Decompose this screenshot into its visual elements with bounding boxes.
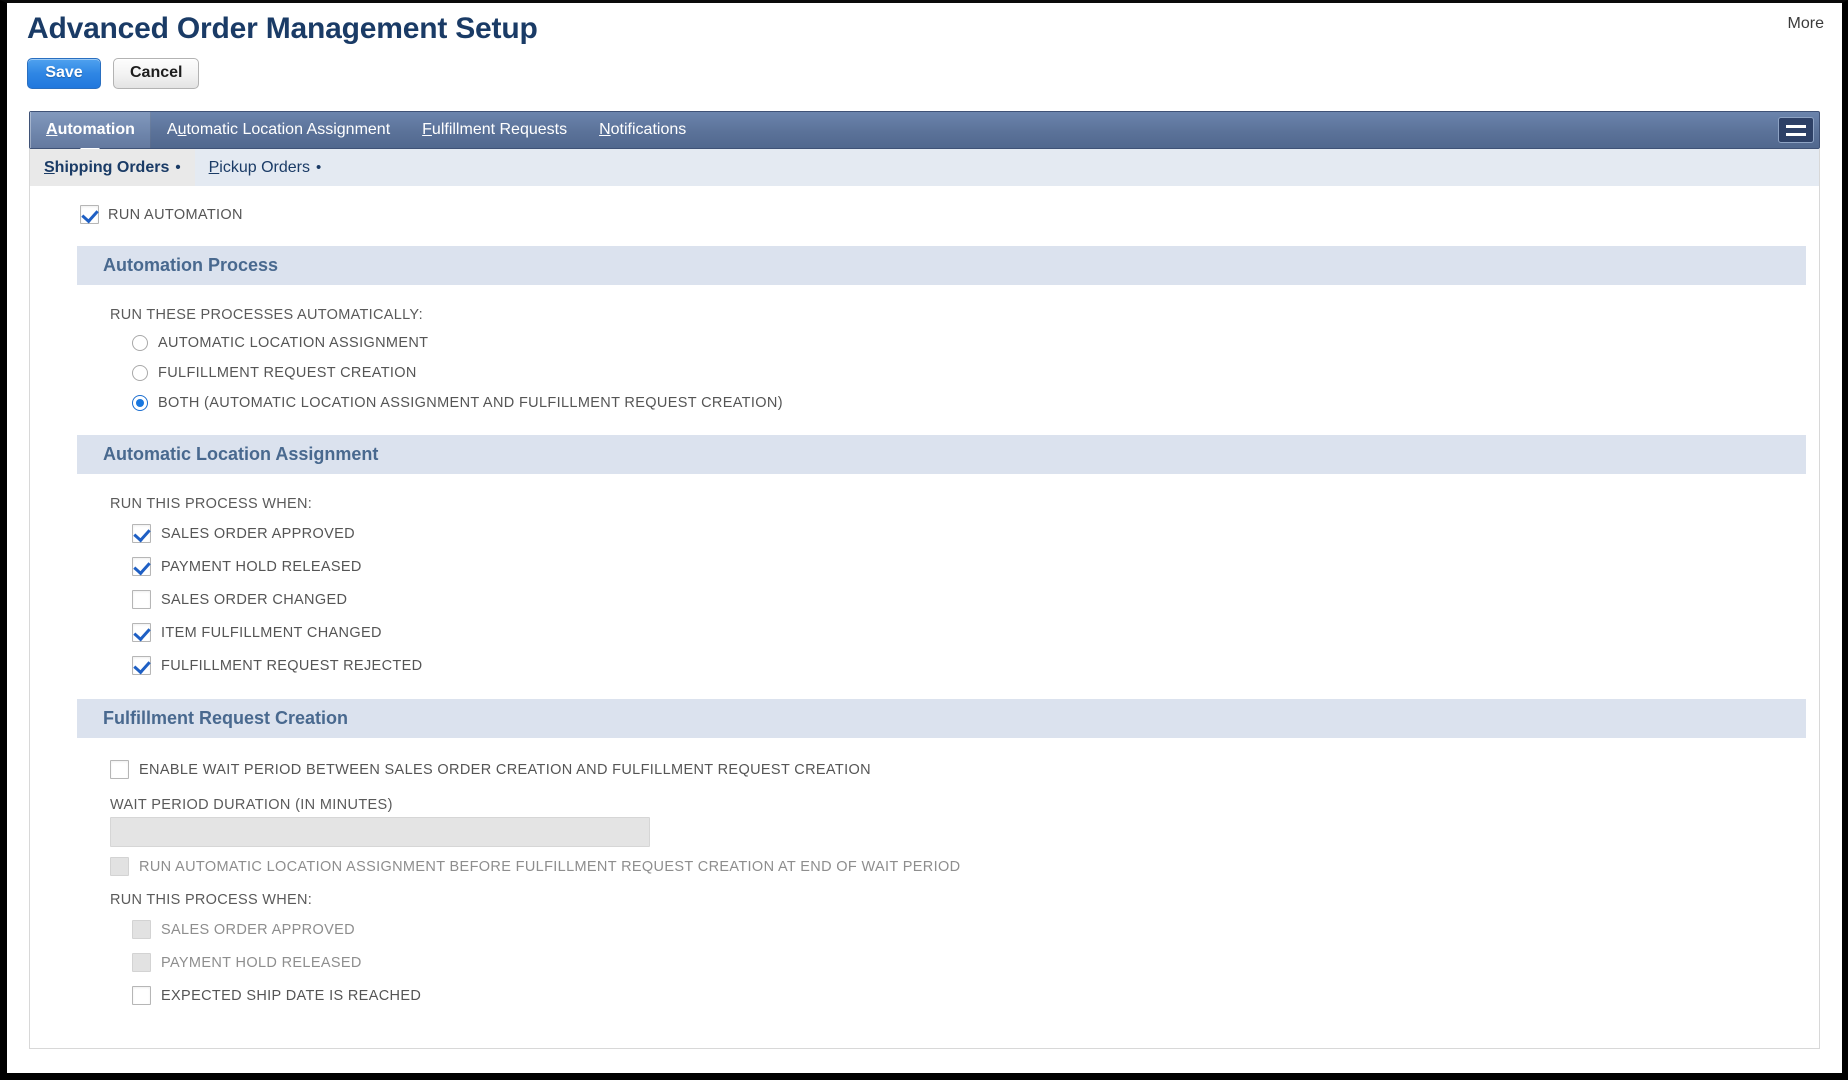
- radio-automatic-location-assignment[interactable]: [132, 335, 148, 351]
- checkbox-label-ala-item-fulfillment-changed: ITEM FULFILLMENT CHANGED: [161, 625, 382, 641]
- tab-fulfillment-requests[interactable]: Fulfillment Requests: [406, 112, 583, 148]
- run-automation-row: RUN AUTOMATION: [30, 205, 1819, 224]
- section-body-fulfillment-request-creation: ENABLE WAIT PERIOD BETWEEN SALES ORDER C…: [30, 738, 1819, 1029]
- checkbox-label-enable-wait-period: ENABLE WAIT PERIOD BETWEEN SALES ORDER C…: [139, 762, 871, 778]
- tab-notifications-accel: N: [599, 121, 611, 139]
- hamburger-menu-icon[interactable]: [1778, 117, 1814, 143]
- subtab-pickup-orders[interactable]: Pickup Orders •: [195, 149, 336, 186]
- checkbox-row-run-ala-before-frc: RUN AUTOMATIC LOCATION ASSIGNMENT BEFORE…: [110, 857, 1819, 876]
- form-body: RUN AUTOMATION Automation Process RUN TH…: [30, 187, 1819, 1029]
- section-header-fulfillment-request-creation: Fulfillment Request Creation: [77, 699, 1806, 738]
- wait-period-duration-label: WAIT PERIOD DURATION (IN MINUTES): [110, 797, 1819, 813]
- sub-tab-bar: Shipping Orders • Pickup Orders •: [30, 149, 1819, 187]
- hamburger-bar-1: [1786, 125, 1806, 128]
- spacer: [110, 847, 1819, 857]
- automation-process-group-label: RUN THESE PROCESSES AUTOMATICALLY:: [110, 307, 1819, 323]
- subtab-pickup-accel: P: [209, 159, 220, 176]
- page-title: Advanced Order Management Setup: [27, 7, 1842, 47]
- checkbox-ala-sales-order-changed[interactable]: [132, 590, 151, 609]
- checkbox-ala-sales-order-approved[interactable]: [132, 524, 151, 543]
- save-button[interactable]: Save: [27, 58, 101, 89]
- action-button-row: Save Cancel: [27, 58, 1842, 89]
- checkbox-label-ala-sales-order-approved: SALES ORDER APPROVED: [161, 526, 355, 542]
- subtab-pickup-dot: •: [316, 160, 321, 175]
- checkbox-row-frc-sales-order-approved: SALES ORDER APPROVED: [110, 920, 1819, 939]
- cancel-button[interactable]: Cancel: [113, 58, 199, 89]
- main-tab-bar: Automation Automatic Location Assignment…: [29, 111, 1820, 149]
- checkbox-run-ala-before-frc: [110, 857, 129, 876]
- radio-row-both: BOTH (AUTOMATIC LOCATION ASSIGNMENT AND …: [110, 395, 1819, 411]
- checkbox-row-ala-payment-hold-released: PAYMENT HOLD RELEASED: [110, 557, 1819, 576]
- subtab-shipping-dot: •: [175, 160, 180, 175]
- tab-notifications[interactable]: Notifications: [583, 112, 702, 148]
- checkbox-label-frc-sales-order-approved: SALES ORDER APPROVED: [161, 922, 355, 938]
- tab-ala-pre: A: [167, 121, 178, 139]
- radio-fulfillment-request-creation[interactable]: [132, 365, 148, 381]
- section-header-automatic-location-assignment: Automatic Location Assignment: [77, 435, 1806, 474]
- frc-group-label: RUN THIS PROCESS WHEN:: [110, 892, 1819, 908]
- tab-fr-accel: F: [422, 121, 432, 139]
- checkbox-row-frc-expected-ship-date: EXPECTED SHIP DATE IS REACHED: [110, 986, 1819, 1005]
- checkbox-row-ala-sales-order-approved: SALES ORDER APPROVED: [110, 524, 1819, 543]
- checkbox-label-frc-payment-hold-released: PAYMENT HOLD RELEASED: [161, 955, 362, 971]
- radio-label-automatic-location-assignment: AUTOMATIC LOCATION ASSIGNMENT: [158, 335, 428, 351]
- checkbox-ala-item-fulfillment-changed[interactable]: [132, 623, 151, 642]
- checkbox-ala-fulfillment-request-rejected[interactable]: [132, 656, 151, 675]
- checkbox-row-ala-sales-order-changed: SALES ORDER CHANGED: [110, 590, 1819, 609]
- section-header-automation-process: Automation Process: [77, 246, 1806, 285]
- checkbox-frc-expected-ship-date[interactable]: [132, 986, 151, 1005]
- checkbox-row-ala-item-fulfillment-changed: ITEM FULFILLMENT CHANGED: [110, 623, 1819, 642]
- subtab-shipping-orders[interactable]: Shipping Orders •: [30, 149, 195, 186]
- radio-row-fulfillment-request-creation: FULFILLMENT REQUEST CREATION: [110, 365, 1819, 381]
- hamburger-bar-2: [1786, 133, 1806, 136]
- tab-fr-label: ulfillment Requests: [432, 121, 567, 139]
- checkbox-frc-sales-order-approved: [132, 920, 151, 939]
- tab-notifications-label: otifications: [611, 121, 687, 139]
- subtab-shipping-accel: S: [44, 159, 55, 176]
- wait-period-duration-input[interactable]: [110, 817, 650, 847]
- checkbox-label-ala-fulfillment-request-rejected: FULFILLMENT REQUEST REJECTED: [161, 658, 422, 674]
- content-panel: Shipping Orders • Pickup Orders • RUN AU…: [29, 149, 1820, 1049]
- checkbox-row-frc-payment-hold-released: PAYMENT HOLD RELEASED: [110, 953, 1819, 972]
- more-link[interactable]: More: [1788, 15, 1824, 33]
- checkbox-label-ala-sales-order-changed: SALES ORDER CHANGED: [161, 592, 347, 608]
- ala-group-label: RUN THIS PROCESS WHEN:: [110, 496, 1819, 512]
- checkbox-label-run-ala-before-frc: RUN AUTOMATIC LOCATION ASSIGNMENT BEFORE…: [139, 859, 960, 875]
- radio-label-fulfillment-request-creation: FULFILLMENT REQUEST CREATION: [158, 365, 417, 381]
- checkbox-ala-payment-hold-released[interactable]: [132, 557, 151, 576]
- checkbox-enable-wait-period[interactable]: [110, 760, 129, 779]
- app-window: Advanced Order Management Setup More Sav…: [7, 3, 1842, 1073]
- page-header: Advanced Order Management Setup More Sav…: [7, 3, 1842, 111]
- checkbox-row-enable-wait-period: ENABLE WAIT PERIOD BETWEEN SALES ORDER C…: [110, 760, 1819, 779]
- checkbox-frc-payment-hold-released: [132, 953, 151, 972]
- tab-ala-label: tomatic Location Assignment: [186, 121, 390, 139]
- screenshot-frame: Advanced Order Management Setup More Sav…: [0, 0, 1848, 1080]
- run-automation-checkbox[interactable]: [80, 205, 99, 224]
- run-automation-label: RUN AUTOMATION: [108, 207, 243, 223]
- section-body-automatic-location-assignment: RUN THIS PROCESS WHEN: SALES ORDER APPRO…: [30, 474, 1819, 699]
- radio-label-both: BOTH (AUTOMATIC LOCATION ASSIGNMENT AND …: [158, 395, 783, 411]
- tab-automation-accel: A: [46, 121, 58, 139]
- radio-row-automatic-location-assignment: AUTOMATIC LOCATION ASSIGNMENT: [110, 335, 1819, 351]
- tab-ala-accel: u: [178, 121, 187, 139]
- tab-automation-label: utomation: [58, 121, 135, 139]
- tab-automation[interactable]: Automation: [30, 112, 151, 148]
- section-body-automation-process: RUN THESE PROCESSES AUTOMATICALLY: AUTOM…: [30, 285, 1819, 435]
- checkbox-label-ala-payment-hold-released: PAYMENT HOLD RELEASED: [161, 559, 362, 575]
- tab-automatic-location-assignment[interactable]: Automatic Location Assignment: [151, 112, 406, 148]
- subtab-shipping-label: hipping Orders: [55, 159, 170, 176]
- checkbox-row-ala-fulfillment-request-rejected: FULFILLMENT REQUEST REJECTED: [110, 656, 1819, 675]
- subtab-pickup-label: ickup Orders: [219, 159, 310, 176]
- checkbox-label-frc-expected-ship-date: EXPECTED SHIP DATE IS REACHED: [161, 988, 421, 1004]
- radio-both[interactable]: [132, 395, 148, 411]
